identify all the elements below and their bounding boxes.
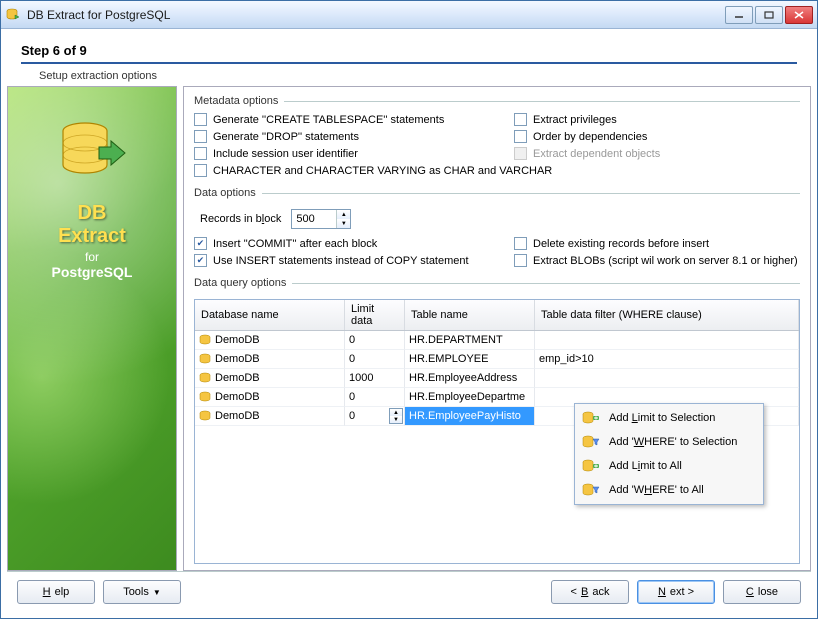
titlebar[interactable]: DB Extract for PostgreSQL [1, 1, 817, 29]
records-in-block-spinner[interactable]: ▲▼ [291, 209, 351, 229]
cell-limit[interactable]: 0▲▼ [345, 407, 405, 426]
brand-line-1: DB [52, 202, 133, 225]
col-header-table[interactable]: Table name [405, 300, 535, 330]
app-icon [5, 7, 21, 23]
cell-where[interactable] [535, 331, 799, 350]
options-panel: Metadata options Generate ''CREATE TABLE… [183, 86, 811, 571]
cell-table[interactable]: HR.EmployeeDepartme [405, 388, 535, 407]
menu-add-where-selection[interactable]: Add 'WHERE' to Selection [577, 430, 761, 454]
database-plus-icon [581, 410, 601, 426]
minimize-button[interactable] [725, 6, 753, 24]
col-header-limit[interactable]: Limit data [345, 300, 405, 330]
database-plus-icon [581, 458, 601, 474]
checkbox-delete-existing[interactable]: Delete existing records before insert [514, 237, 800, 250]
cell-table[interactable]: HR.DEPARTMENT [405, 331, 535, 350]
step-title: Step 6 of 9 [21, 43, 797, 58]
limit-spinner[interactable]: ▲▼ [389, 408, 403, 424]
table-header: Database name Limit data Table name Tabl… [195, 300, 799, 331]
cell-database[interactable]: DemoDB [195, 388, 345, 407]
records-in-block-label: Records in block [200, 213, 281, 225]
checkbox-extract-dependent-objects: Extract dependent objects [514, 147, 800, 160]
checkbox-use-insert[interactable]: Use INSERT statements instead of COPY st… [194, 254, 494, 267]
spinner-up-icon[interactable]: ▲ [337, 210, 350, 219]
cell-limit[interactable]: 0 [345, 350, 405, 369]
checkbox-insert-commit[interactable]: Insert ''COMMIT'' after each block [194, 237, 494, 250]
help-button[interactable]: Help [17, 580, 95, 604]
maximize-button[interactable] [755, 6, 783, 24]
cell-limit[interactable]: 0 [345, 331, 405, 350]
records-in-block-input[interactable] [292, 210, 336, 228]
menu-add-limit-all[interactable]: Add Limit to All [577, 454, 761, 478]
cell-where[interactable]: emp_id>10 [535, 350, 799, 369]
database-filter-icon [581, 434, 601, 450]
cell-database[interactable]: DemoDB [195, 407, 345, 426]
checkbox-extract-privileges[interactable]: Extract privileges [514, 113, 800, 126]
database-export-icon [55, 117, 129, 194]
database-filter-icon [581, 482, 601, 498]
data-query-options-label: Data query options [194, 277, 286, 289]
col-header-database[interactable]: Database name [195, 300, 345, 330]
sidebar-branding: DB Extract for PostgreSQL [7, 86, 177, 571]
next-button[interactable]: Next > [637, 580, 715, 604]
menu-add-where-all[interactable]: Add 'WHERE' to All [577, 478, 761, 502]
back-button[interactable]: < Back [551, 580, 629, 604]
close-button[interactable] [785, 6, 813, 24]
metadata-options-label: Metadata options [194, 95, 278, 107]
table-row[interactable]: DemoDB0HR.DEPARTMENT [195, 331, 799, 350]
window-controls [723, 6, 813, 24]
footer-buttons: Help Tools▼ < Back Next > Close [7, 571, 811, 612]
brand-line-2: Extract [52, 225, 133, 248]
cell-table[interactable]: HR.EmployeeAddress [405, 369, 535, 388]
chevron-down-icon: ▼ [153, 588, 161, 597]
cell-table[interactable]: HR.EMPLOYEE [405, 350, 535, 369]
checkbox-include-session-uid[interactable]: Include session user identifier [194, 147, 494, 160]
tools-button[interactable]: Tools▼ [103, 580, 181, 604]
step-subtitle: Setup extraction options [21, 70, 797, 82]
checkbox-generate-drop[interactable]: Generate ''DROP'' statements [194, 130, 494, 143]
step-header: Step 6 of 9 Setup extraction options [7, 35, 811, 86]
close-wizard-button[interactable]: Close [723, 580, 801, 604]
checkbox-char-varchar[interactable]: CHARACTER and CHARACTER VARYING as CHAR … [194, 164, 800, 177]
menu-add-limit-selection[interactable]: Add Limit to Selection [577, 406, 761, 430]
cell-limit[interactable]: 0 [345, 388, 405, 407]
cell-table[interactable]: HR.EmployeePayHisto [405, 407, 535, 426]
context-menu: Add Limit to Selection Add 'WHERE' to Se… [574, 403, 764, 505]
data-options-label: Data options [194, 187, 256, 199]
brand-line-4: PostgreSQL [52, 264, 133, 280]
brand-line-3: for [52, 250, 133, 264]
cell-where[interactable] [535, 369, 799, 388]
content-area: Step 6 of 9 Setup extraction options DB [1, 29, 817, 618]
cell-database[interactable]: DemoDB [195, 350, 345, 369]
window-title: DB Extract for PostgreSQL [27, 8, 723, 22]
col-header-where[interactable]: Table data filter (WHERE clause) [535, 300, 799, 330]
app-window: DB Extract for PostgreSQL Step 6 of 9 Se… [0, 0, 818, 619]
cell-database[interactable]: DemoDB [195, 369, 345, 388]
checkbox-generate-tablespace[interactable]: Generate ''CREATE TABLESPACE'' statement… [194, 113, 494, 126]
spinner-down-icon[interactable]: ▼ [337, 219, 350, 228]
cell-database[interactable]: DemoDB [195, 331, 345, 350]
cell-limit[interactable]: 1000 [345, 369, 405, 388]
checkbox-order-by-deps[interactable]: Order by dependencies [514, 130, 800, 143]
table-row[interactable]: DemoDB0HR.EMPLOYEEemp_id>10 [195, 350, 799, 369]
checkbox-extract-blobs[interactable]: Extract BLOBs (script wil work on server… [514, 254, 800, 267]
table-row[interactable]: DemoDB1000HR.EmployeeAddress [195, 369, 799, 388]
